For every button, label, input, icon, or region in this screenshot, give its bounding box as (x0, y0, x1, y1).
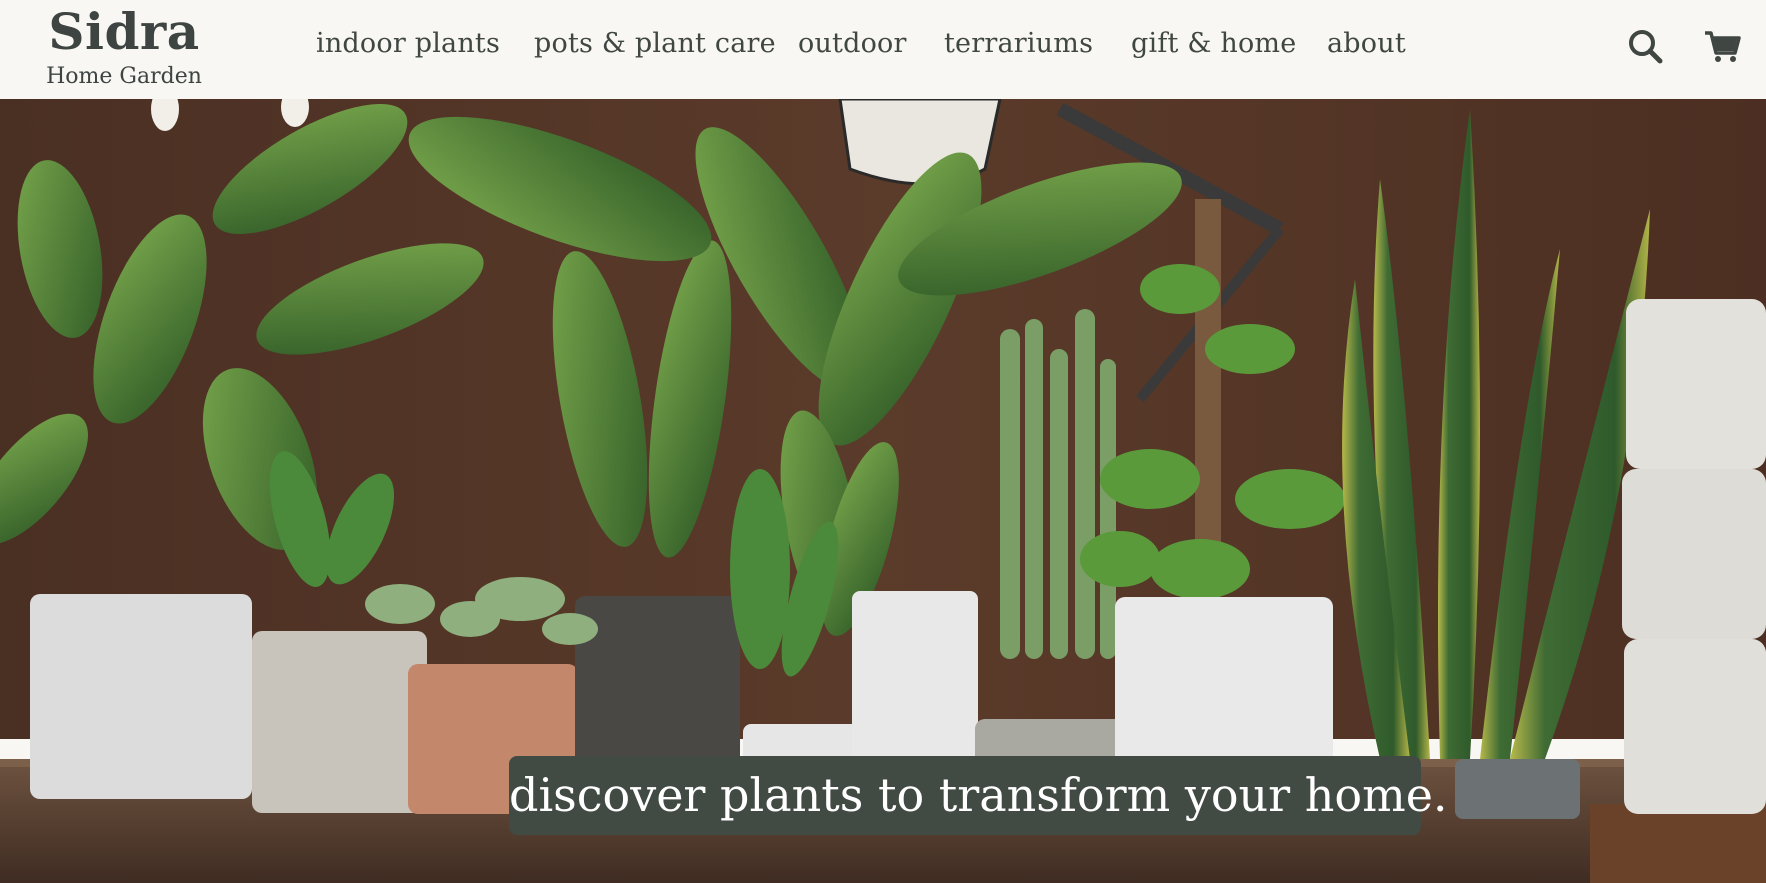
brand-subtitle[interactable]: Home Garden (36, 64, 212, 90)
nav-gift-home[interactable]: gift & home (1131, 28, 1296, 68)
site-header: Sidra Home Garden indoor plants pots & p… (0, 0, 1766, 99)
search-icon[interactable] (1625, 26, 1665, 66)
nav-pots-plant-care[interactable]: pots & plant care (534, 28, 776, 68)
nav-outdoor[interactable]: outdoor (798, 28, 907, 68)
nav-about[interactable]: about (1327, 28, 1406, 68)
logo[interactable]: Sidra Home Garden (36, 4, 212, 90)
hero-tagline: discover plants to transform your home. (509, 756, 1448, 835)
nav-indoor-plants[interactable]: indoor plants (316, 28, 500, 68)
brand-name[interactable]: Sidra (36, 4, 212, 60)
hero-banner: discover plants to transform your home. (0, 99, 1766, 883)
nav-terrariums[interactable]: terrariums (944, 28, 1093, 68)
cart-icon[interactable] (1702, 26, 1742, 66)
